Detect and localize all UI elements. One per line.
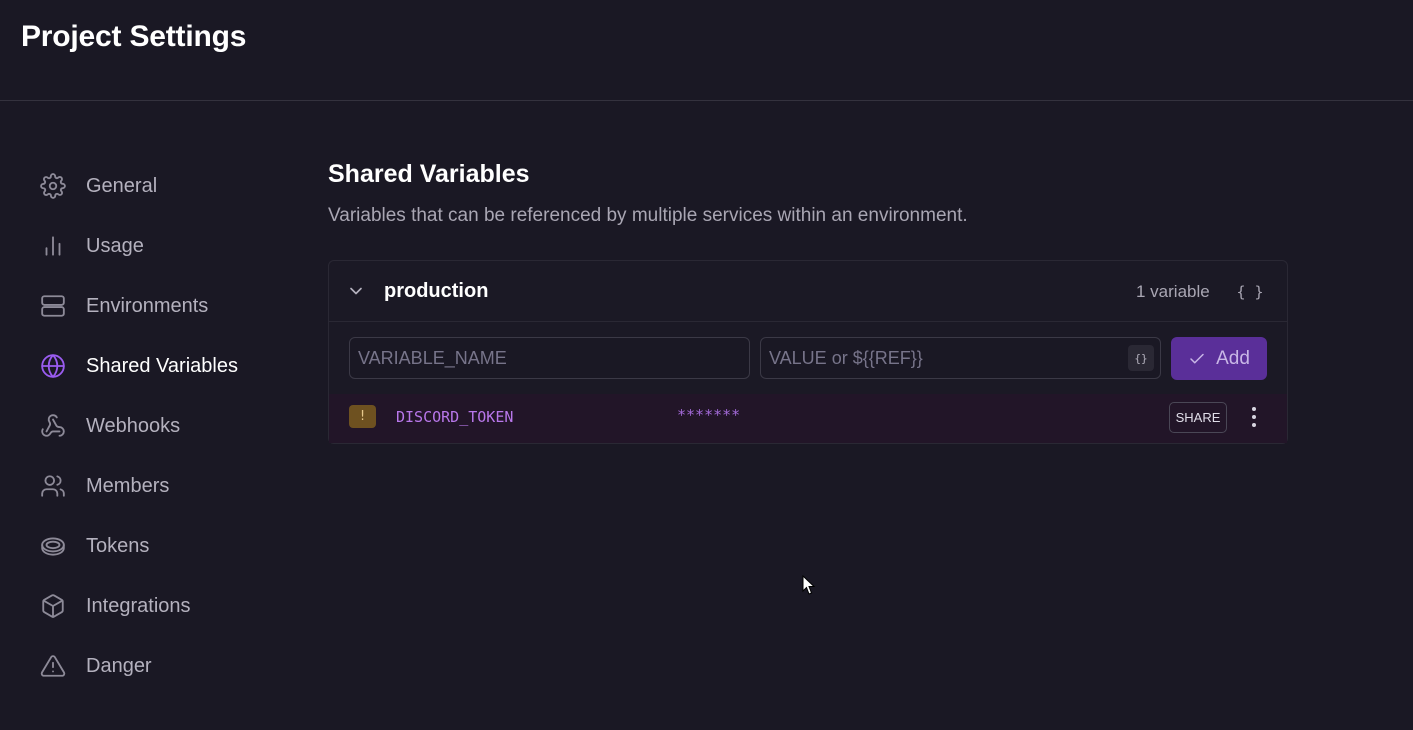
sidebar-item-label: Webhooks bbox=[86, 414, 181, 437]
sidebar-item-tokens[interactable]: Tokens bbox=[40, 516, 300, 576]
sidebar-item-webhooks[interactable]: Webhooks bbox=[40, 396, 300, 456]
warning-badge[interactable]: ! bbox=[349, 405, 376, 428]
warning-triangle-icon bbox=[40, 653, 66, 679]
sidebar-item-danger[interactable]: Danger bbox=[40, 636, 300, 696]
section-title: Shared Variables bbox=[328, 160, 530, 188]
environment-name: production bbox=[384, 280, 489, 302]
section-description: Variables that can be referenced by mult… bbox=[328, 205, 968, 226]
gear-icon bbox=[40, 173, 66, 199]
sidebar-item-label: Members bbox=[86, 474, 170, 497]
sidebar-item-shared-variables[interactable]: Shared Variables bbox=[40, 336, 300, 396]
page-title: Project Settings bbox=[21, 20, 247, 53]
sidebar-item-members[interactable]: Members bbox=[40, 456, 300, 516]
variable-value-field: {} bbox=[760, 337, 1161, 379]
page-header: Project Settings bbox=[0, 0, 1413, 101]
mouse-cursor-icon bbox=[802, 575, 816, 595]
sidebar-item-label: Tokens bbox=[86, 534, 150, 557]
sidebar-item-environments[interactable]: Environments bbox=[40, 276, 300, 336]
sidebar-item-integrations[interactable]: Integrations bbox=[40, 576, 300, 636]
variable-value-input[interactable] bbox=[761, 338, 1121, 378]
more-options-icon[interactable] bbox=[1244, 405, 1264, 429]
token-icon bbox=[40, 533, 66, 559]
sidebar-item-label: General bbox=[86, 174, 158, 197]
reference-picker-button[interactable]: {} bbox=[1128, 345, 1154, 371]
sidebar-item-label: Integrations bbox=[86, 594, 191, 617]
share-button[interactable]: SHARE bbox=[1169, 402, 1227, 433]
add-button-label: Add bbox=[1216, 347, 1250, 369]
bar-chart-icon bbox=[40, 233, 66, 259]
add-variable-button[interactable]: Add bbox=[1171, 337, 1267, 380]
environment-header[interactable]: production 1 variable { } bbox=[329, 261, 1287, 322]
sidebar-item-label: Usage bbox=[86, 234, 144, 257]
environment-card: production 1 variable { } {} Add ! DISCO… bbox=[328, 260, 1288, 444]
check-icon bbox=[1190, 353, 1204, 363]
sidebar-item-general[interactable]: General bbox=[40, 156, 300, 216]
webhook-icon bbox=[40, 413, 66, 439]
globe-icon bbox=[40, 353, 66, 379]
settings-sidebar: General Usage Environments Shared Variab… bbox=[40, 156, 300, 696]
sidebar-item-label: Danger bbox=[86, 654, 152, 677]
users-icon bbox=[40, 473, 66, 499]
sidebar-item-label: Shared Variables bbox=[86, 354, 238, 377]
main-content: Shared Variables Variables that can be r… bbox=[328, 160, 1288, 444]
sidebar-item-usage[interactable]: Usage bbox=[40, 216, 300, 276]
variable-name[interactable]: DISCORD_TOKEN bbox=[396, 408, 513, 426]
variable-value[interactable]: ******* bbox=[677, 406, 740, 424]
variable-row[interactable]: ! DISCORD_TOKEN ******* SHARE bbox=[329, 394, 1287, 443]
variable-count: 1 variable bbox=[1136, 282, 1210, 301]
variable-name-input[interactable] bbox=[349, 337, 750, 379]
chevron-down-icon[interactable] bbox=[346, 281, 366, 301]
raw-editor-button[interactable]: { } bbox=[1233, 279, 1267, 305]
server-icon bbox=[40, 293, 66, 319]
sidebar-item-label: Environments bbox=[86, 294, 209, 317]
box-icon bbox=[40, 593, 66, 619]
